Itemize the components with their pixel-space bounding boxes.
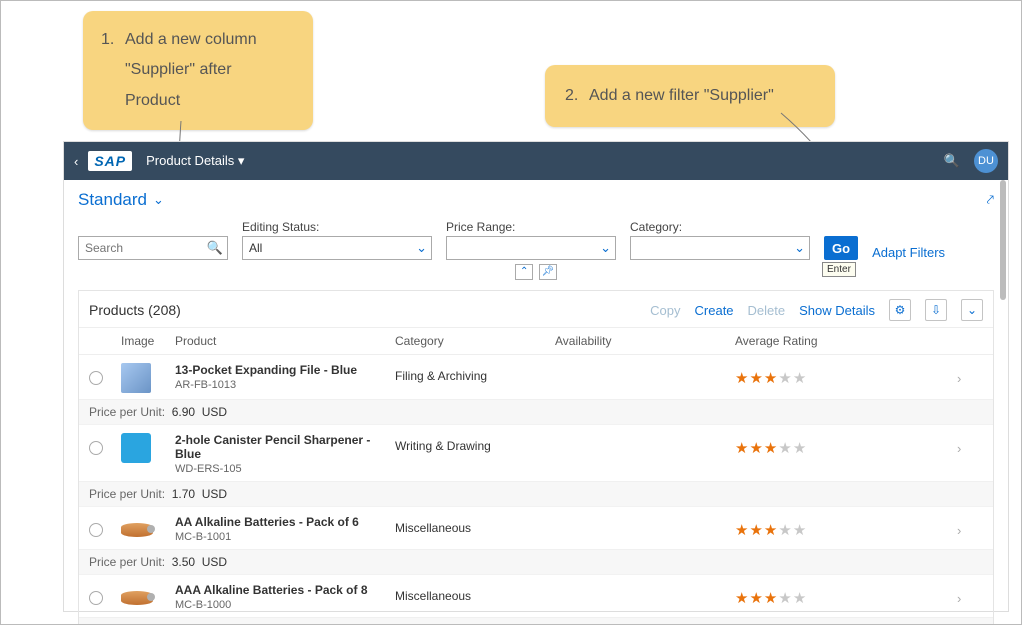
chevron-right-icon[interactable]: › [957, 363, 983, 386]
go-button[interactable]: Go [824, 236, 858, 260]
product-id: AR-FB-1013 [175, 379, 395, 391]
callout-2-text: Add a new filter "Supplier" [589, 87, 774, 104]
product-category: Writing & Drawing [395, 433, 555, 453]
variant-bar: Standard ⌄ ⤤ [64, 180, 1008, 210]
collapse-controls: ⌃ 📌︎ [64, 262, 1008, 280]
sap-logo: SAP [88, 151, 132, 171]
back-button[interactable]: ‹ [74, 154, 78, 169]
copy-button: Copy [650, 303, 680, 318]
callout-1-line1: Add a new column [125, 31, 257, 48]
product-category: Filing & Archiving [395, 363, 555, 383]
pin-icon[interactable]: 📌︎ [539, 264, 557, 280]
page-frame: 1.Add a new column "Supplier" after Prod… [0, 0, 1022, 625]
row-radio[interactable] [89, 371, 103, 385]
col-availability[interactable]: Availability [555, 334, 735, 348]
search-input[interactable] [78, 236, 228, 260]
product-image [121, 523, 153, 537]
price-bar: Price per Unit: 6.90 USD [79, 399, 993, 424]
product-rating: ★★★★★ [735, 583, 957, 607]
delete-button: Delete [748, 303, 786, 318]
product-image [121, 591, 153, 605]
create-button[interactable]: Create [695, 303, 734, 318]
editing-status-select[interactable]: All [242, 236, 432, 260]
show-details-button[interactable]: Show Details [799, 303, 875, 318]
editing-status-label: Editing Status: [242, 220, 432, 234]
filter-bar: 🔍 Editing Status: All ⌄ Price Range: ⌄ C… [64, 210, 1008, 264]
chevron-down-icon[interactable]: ⌄ [961, 299, 983, 321]
product-name: 13-Pocket Expanding File - Blue [175, 363, 395, 377]
row-radio[interactable] [89, 591, 103, 605]
product-name: AAA Alkaline Batteries - Pack of 8 [175, 583, 395, 597]
callout-1-line2: "Supplier" after [125, 61, 232, 78]
price-range-select[interactable] [446, 236, 616, 260]
collapse-up-icon[interactable]: ⌃ [515, 264, 533, 280]
chevron-down-icon[interactable]: ⌄ [153, 192, 164, 208]
price-bar: Price per Unit: 3.50 USD [79, 549, 993, 574]
col-product[interactable]: Product [175, 334, 395, 348]
category-select[interactable] [630, 236, 810, 260]
chevron-right-icon[interactable]: › [957, 433, 983, 456]
go-tooltip: Enter [822, 262, 856, 277]
table-column-header: Image Product Category Availability Aver… [79, 327, 993, 355]
callout-2-num: 2. [565, 81, 589, 111]
product-name: AA Alkaline Batteries - Pack of 6 [175, 515, 395, 529]
chevron-right-icon[interactable]: › [957, 583, 983, 606]
table-row[interactable]: AA Alkaline Batteries - Pack of 6 MC-B-1… [79, 507, 993, 575]
callout-1-line3: Product [125, 92, 180, 109]
product-rating: ★★★★★ [735, 433, 957, 457]
export-icon[interactable]: ⇩ [925, 299, 947, 321]
sap-app-window: ‹ SAP Product Details ▾ 🔍 DU Standard ⌄ … [63, 141, 1009, 612]
table-header-bar: Products (208) Copy Create Delete Show D… [79, 291, 993, 327]
adapt-filters-link[interactable]: Adapt Filters [872, 245, 945, 260]
price-bar: Price per Unit: 3.50 USD [79, 617, 993, 625]
product-id: MC-B-1001 [175, 531, 395, 543]
avatar[interactable]: DU [974, 149, 998, 173]
gear-icon[interactable]: ⚙ [889, 299, 911, 321]
callout-1-num: 1. [101, 25, 125, 55]
shell-bar: ‹ SAP Product Details ▾ 🔍 DU [64, 142, 1008, 180]
product-rating: ★★★★★ [735, 363, 957, 387]
product-image [121, 363, 151, 393]
col-category[interactable]: Category [395, 334, 555, 348]
callout-2: 2.Add a new filter "Supplier" [545, 65, 835, 127]
product-image [121, 433, 151, 463]
product-rating: ★★★★★ [735, 515, 957, 539]
product-category: Miscellaneous [395, 583, 555, 603]
col-rating[interactable]: Average Rating [735, 334, 957, 348]
price-bar: Price per Unit: 1.70 USD [79, 481, 993, 506]
products-table: Products (208) Copy Create Delete Show D… [78, 290, 994, 625]
product-id: MC-B-1000 [175, 599, 395, 611]
variant-name[interactable]: Standard [78, 190, 147, 210]
col-image[interactable]: Image [121, 334, 175, 348]
product-id: WD-ERS-105 [175, 463, 395, 475]
search-icon[interactable]: 🔍 [944, 153, 960, 169]
table-row[interactable]: 2-hole Canister Pencil Sharpener - Blue … [79, 425, 993, 507]
category-label: Category: [630, 220, 810, 234]
table-row[interactable]: AAA Alkaline Batteries - Pack of 8 MC-B-… [79, 575, 993, 625]
callout-1: 1.Add a new column "Supplier" after Prod… [83, 11, 313, 130]
row-radio[interactable] [89, 441, 103, 455]
page-title[interactable]: Product Details ▾ [146, 153, 244, 169]
scrollbar[interactable] [1000, 180, 1006, 300]
product-name: 2-hole Canister Pencil Sharpener - Blue [175, 433, 395, 461]
share-icon[interactable]: ⤤ [987, 192, 994, 208]
table-row[interactable]: 13-Pocket Expanding File - Blue AR-FB-10… [79, 355, 993, 425]
row-radio[interactable] [89, 523, 103, 537]
product-category: Miscellaneous [395, 515, 555, 535]
table-title: Products (208) [89, 302, 181, 318]
price-range-label: Price Range: [446, 220, 616, 234]
chevron-right-icon[interactable]: › [957, 515, 983, 538]
